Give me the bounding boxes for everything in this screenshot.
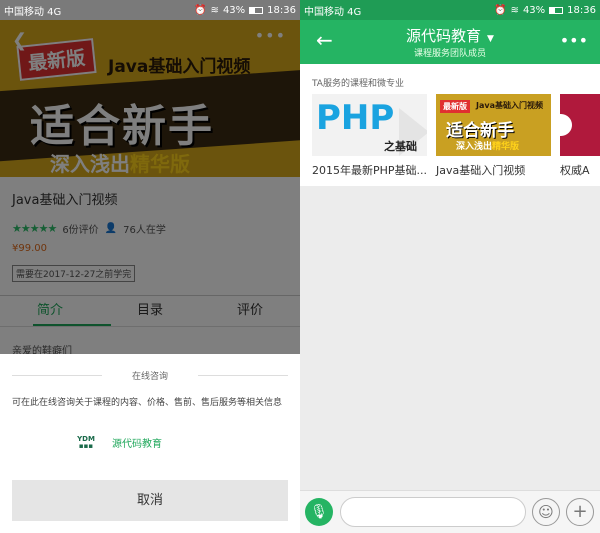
course-thumbnail: PHP 之基础 <box>312 94 427 156</box>
battery-percent: 43% <box>222 4 246 16</box>
courses-card: TA服务的课程和微专业 PHP 之基础 2015年最新PHP基础... 最新版 … <box>300 64 600 186</box>
chat-title[interactable]: 源代码教育 ▼ <box>300 25 600 46</box>
course-card[interactable]: 权威A <box>560 94 600 184</box>
plus-icon[interactable]: + <box>566 498 594 526</box>
alarm-icon: ⏰ <box>494 4 507 16</box>
clock: 18:36 <box>567 4 596 16</box>
course-card[interactable]: PHP 之基础 2015年最新PHP基础... <box>312 94 427 184</box>
course-thumbnail <box>560 94 600 156</box>
sheet-title-row: 在线咨询 <box>12 368 288 382</box>
microphone-icon[interactable]: 🎙 <box>305 498 333 526</box>
carrier-label: 中国移动 4G <box>4 6 62 18</box>
provider-item[interactable]: YDM ▪▪▪ 源代码教育 <box>76 435 162 450</box>
sheet-description: 可在此在线咨询关于课程的内容、价格、售前、售后服务等相关信息 <box>12 398 283 408</box>
chat-header: ← 源代码教育 ▼ 课程服务团队成员 ••• <box>300 20 600 64</box>
course-detail-screen: 中国移动 4G ⏰ ≋ 43% 18:36 最新版 Java基础入门视频 适合新… <box>0 0 300 533</box>
course-name: 2015年最新PHP基础... <box>312 164 428 177</box>
course-card[interactable]: 最新版 Java基础入门视频 适合新手 深入浅出精华版 Java基础入门视频 <box>436 94 552 184</box>
clock: 18:36 <box>267 4 296 16</box>
battery-icon <box>249 6 264 14</box>
consult-sheet: 在线咨询 可在此在线咨询关于课程的内容、价格、售前、售后服务等相关信息 YDM ▪… <box>0 354 300 533</box>
wifi-icon: ≋ <box>210 4 219 16</box>
carrier-label: 中国移动 4G <box>304 6 362 18</box>
wifi-icon: ≋ <box>510 4 519 16</box>
modal-overlay[interactable] <box>0 20 300 354</box>
provider-logo: YDM ▪▪▪ <box>77 434 95 450</box>
course-thumbnail: 最新版 Java基础入门视频 适合新手 深入浅出精华版 <box>436 94 552 156</box>
more-options-icon[interactable]: ••• <box>560 31 588 50</box>
battery-percent: 43% <box>522 4 546 16</box>
chat-screen: 中国移动 4G ⏰ ≋ 43% 18:36 ← 源代码教育 ▼ 课程服务团队成员 … <box>300 0 600 533</box>
chat-subtitle: 课程服务团队成员 <box>413 49 486 59</box>
alarm-icon: ⏰ <box>194 4 207 16</box>
cancel-button[interactable]: 取消 <box>12 480 288 521</box>
sheet-title: 在线咨询 <box>131 372 168 382</box>
status-bar: 中国移动 4G ⏰ ≋ 43% 18:36 <box>300 0 600 20</box>
course-carousel[interactable]: PHP 之基础 2015年最新PHP基础... 最新版 Java基础入门视频 适… <box>312 94 600 184</box>
status-bar: 中国移动 4G ⏰ ≋ 43% 18:36 <box>0 0 300 20</box>
emoji-icon[interactable]: ☺ <box>532 498 560 526</box>
battery-icon <box>549 6 564 14</box>
chat-input-bar: 🎙 ☺ + <box>300 490 600 533</box>
section-label: TA服务的课程和微专业 <box>312 79 404 89</box>
course-name: Java基础入门视频 <box>436 164 526 177</box>
message-input[interactable] <box>340 497 526 527</box>
provider-name: 源代码教育 <box>112 439 162 450</box>
dropdown-caret-icon: ▼ <box>487 34 494 44</box>
course-name: 权威A <box>560 164 590 177</box>
